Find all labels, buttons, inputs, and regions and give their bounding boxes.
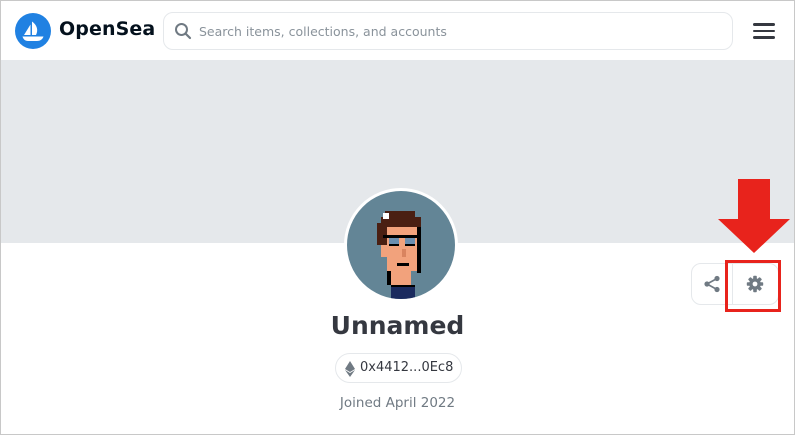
profile-name: Unnamed: [330, 311, 465, 340]
joined-date: Joined April 2022: [339, 395, 456, 411]
wallet-address-button[interactable]: 0x4412...0Ec8: [335, 353, 462, 383]
share-icon: [704, 275, 720, 293]
hamburger-menu-icon[interactable]: [753, 23, 775, 39]
app-window: OpenSea Search items, collections, and a…: [0, 0, 795, 435]
ethereum-icon: [345, 361, 355, 377]
wallet-address: 0x4412...0Ec8: [360, 360, 454, 375]
search-input[interactable]: [199, 21, 719, 41]
highlight-box: [725, 260, 781, 312]
top-navbar: OpenSea: [1, 1, 794, 61]
search-bar[interactable]: [163, 12, 733, 50]
profile-avatar[interactable]: [344, 188, 458, 302]
opensea-logo-icon[interactable]: [15, 13, 51, 49]
red-arrow-down: [718, 179, 790, 253]
brand-name[interactable]: OpenSea: [59, 18, 155, 40]
search-icon: [175, 23, 192, 40]
